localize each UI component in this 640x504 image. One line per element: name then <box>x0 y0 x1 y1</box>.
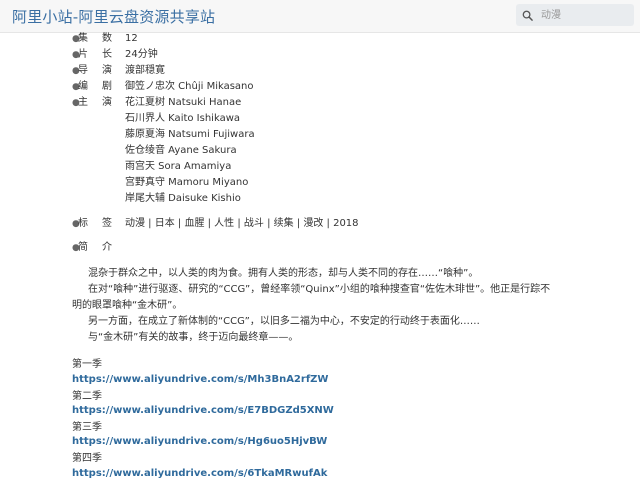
season-label: 第二季 <box>72 391 102 402</box>
info-label: 标签 <box>78 216 112 232</box>
cast-member: 藤原夏海 Natsumi Fujiwara <box>125 129 255 140</box>
season-label: 第三季 <box>72 422 102 433</box>
cast-member: 石川界人 Kaito Ishikawa <box>125 113 241 124</box>
info-label: 导演 <box>78 63 112 79</box>
synopsis-paragraph: 混杂于群众之中，以人类的肉为食。拥有人类的形态，却与人类不同的存在……“喰种”。 <box>88 268 479 279</box>
label-char: 演 <box>102 65 112 76</box>
search-input[interactable] <box>539 8 629 22</box>
season-label: 第四季 <box>72 453 102 464</box>
info-label: 简介 <box>78 240 112 256</box>
search-box[interactable] <box>516 4 634 26</box>
label-char: 导 <box>78 65 88 76</box>
episodes-value: 12 <box>125 33 138 44</box>
synopsis-paragraph: 与“金木研”有关的故事，终于迈向最终章——。 <box>88 332 299 343</box>
tags-value: 动漫 | 日本 | 血腥 | 人性 | 战斗 | 续集 | 漫改 | 2018 <box>125 218 359 229</box>
site-title-link[interactable]: 阿里小站-阿里云盘资源共享站 <box>12 6 215 27</box>
season-link[interactable]: https://www.aliyundrive.com/s/Hg6uo5HjvB… <box>72 434 327 450</box>
top-bar: 阿里小站-阿里云盘资源共享站 <box>0 0 640 33</box>
label-char: 演 <box>102 97 112 108</box>
label-char: 介 <box>102 242 112 253</box>
label-char: 标 <box>78 218 88 229</box>
director-value: 渡部穏寛 <box>125 65 165 76</box>
label-char: 集 <box>78 33 88 44</box>
cast-member: 岸尾大辅 Daisuke Kishio <box>125 193 241 204</box>
label-char: 签 <box>102 218 112 229</box>
season-link[interactable]: https://www.aliyundrive.com/s/6TkaMRwufA… <box>72 466 327 482</box>
synopsis-paragraph: 在对“喰种”进行驱逐、研究的“CCG”，曾经率领“Quinx”小组的喰种搜查官“… <box>72 284 551 311</box>
cast-member: 雨宫天 Sora Amamiya <box>125 161 232 172</box>
cast-member: 宫野真守 Mamoru Miyano <box>125 177 249 188</box>
season-link[interactable]: https://www.aliyundrive.com/s/E7BDGZd5XN… <box>72 403 334 419</box>
season-link[interactable]: https://www.aliyundrive.com/s/Mh3BnA2rfZ… <box>72 372 328 388</box>
search-icon <box>522 10 533 21</box>
label-char: 主 <box>78 97 88 108</box>
label-char: 剧 <box>102 81 112 92</box>
synopsis-paragraph: 另一方面，在成立了新体制的“CCG”，以旧多二福为中心，不安定的行动终于表面化…… <box>88 316 480 327</box>
cast-member: 佐仓绫音 Ayane Sakura <box>125 145 237 156</box>
info-label: 主演 <box>78 95 112 111</box>
duration-value: 24分钟 <box>125 49 158 60</box>
label-char: 长 <box>102 49 112 60</box>
info-label: 片长 <box>78 47 112 63</box>
label-char: 数 <box>102 33 112 44</box>
info-label: 集数 <box>78 31 112 47</box>
label-char: 简 <box>78 242 88 253</box>
writer-value: 御笠ノ忠次 Chûji Mikasano <box>125 81 254 92</box>
cast-member: 花江夏树 Natsuki Hanae <box>125 97 242 108</box>
season-label: 第一季 <box>72 359 102 370</box>
label-char: 编 <box>78 81 88 92</box>
label-char: 片 <box>78 49 88 60</box>
info-label: 编剧 <box>78 79 112 95</box>
